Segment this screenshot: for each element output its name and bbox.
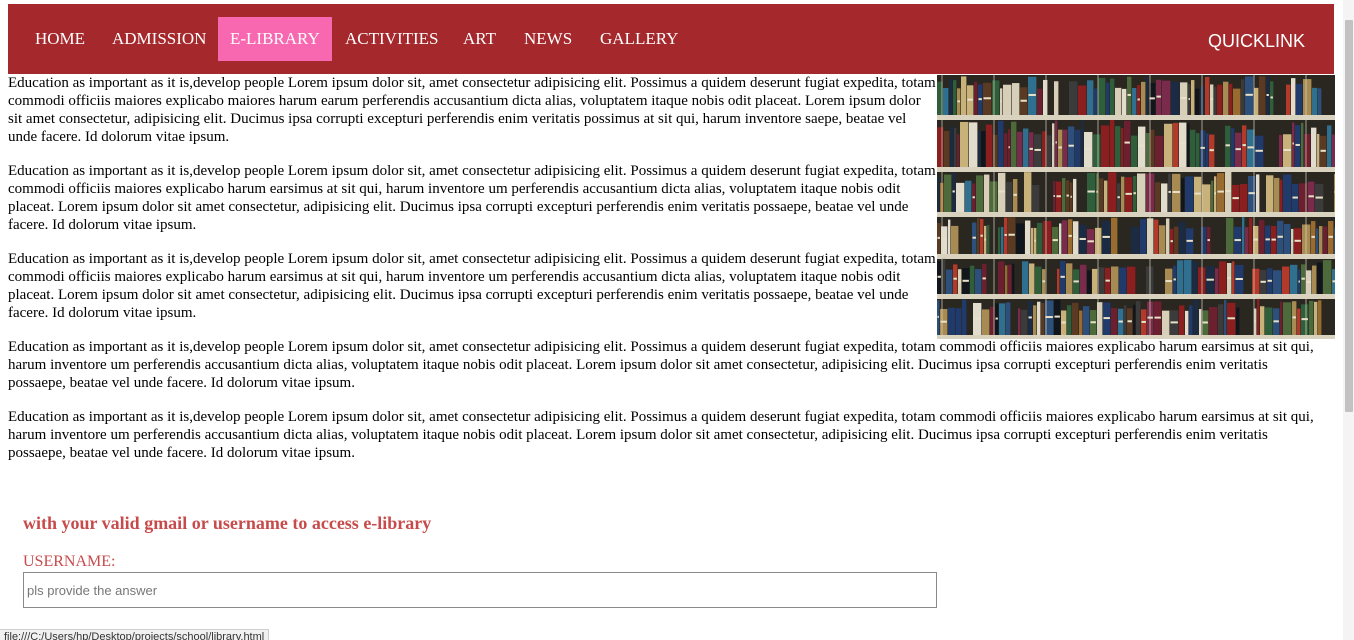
nav-item-gallery[interactable]: GALLERY [588,17,690,61]
content-paragraph-1: Education as important as it is,develop … [8,75,936,145]
nav-item-e-library[interactable]: E-LIBRARY [218,17,332,61]
page: HOME ADMISSION E-LIBRARY ACTIVITIES ART … [0,0,1354,640]
main-content: Education as important as it is,develop … [8,74,1328,478]
login-heading: with your valid gmail or username to acc… [23,513,432,533]
login-form: with your valid gmail or username to acc… [23,513,943,608]
content-paragraph-2: Education as important as it is,develop … [8,163,936,233]
quicklink-link[interactable]: QUICKLINK [1208,31,1305,52]
navbar: HOME ADMISSION E-LIBRARY ACTIVITIES ART … [8,4,1334,74]
content-paragraph-3: Education as important as it is,develop … [8,251,936,321]
content-paragraph-5: Education as important as it is,develop … [8,409,1314,461]
nav-item-activities[interactable]: ACTIVITIES [333,17,450,61]
content-paragraph-4: Education as important as it is,develop … [8,339,1314,391]
vertical-scrollbar[interactable] [1343,0,1354,640]
scrollbar-thumb[interactable] [1345,20,1353,412]
nav-item-admission[interactable]: ADMISSION [100,17,218,61]
nav-item-news[interactable]: NEWS [512,17,584,61]
username-label: USERNAME: [23,553,116,570]
nav-item-home[interactable]: HOME [23,17,97,61]
status-bar-url: file:///C:/Users/hp/Desktop/projects/sch… [0,629,270,640]
nav-item-art[interactable]: ART [451,17,508,61]
username-input[interactable] [23,572,937,608]
